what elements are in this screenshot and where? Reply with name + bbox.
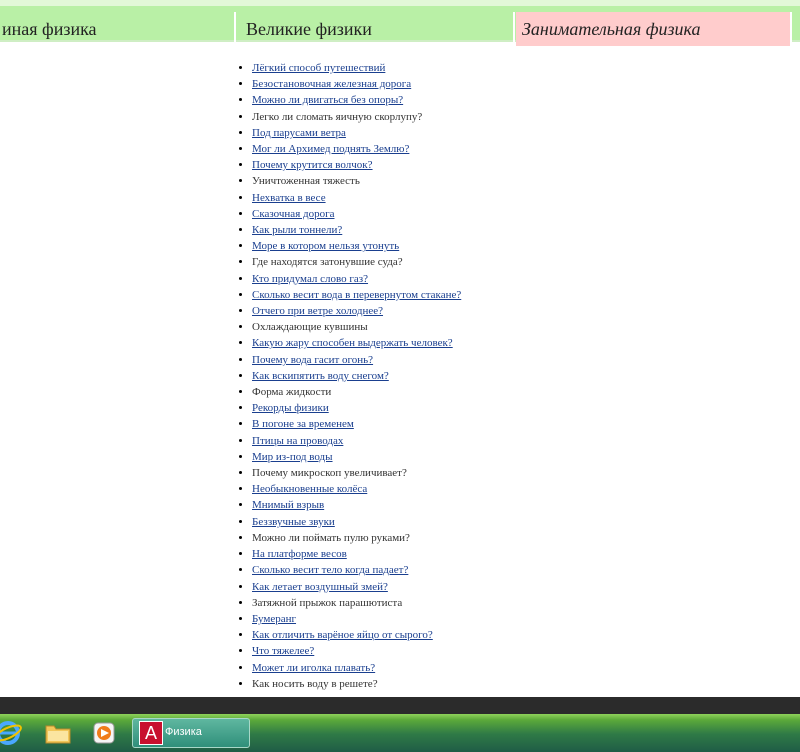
- article-title: Уничтоженная тяжесть: [252, 175, 360, 188]
- list-item: Сколько весит вода в перевернутом стакан…: [252, 287, 638, 303]
- article-link[interactable]: Рекорды физики: [252, 402, 329, 414]
- article-link[interactable]: Что тяжелее?: [252, 645, 314, 657]
- nav-tab-great-physicists[interactable]: Великие физики: [238, 12, 515, 46]
- article-link[interactable]: В погоне за временем: [252, 418, 354, 430]
- article-link[interactable]: Какую жару способен выдержать человек?: [252, 337, 453, 349]
- list-item: Как летает воздушный змей?: [252, 579, 638, 595]
- list-item: Охлаждающие кувшины: [252, 319, 638, 335]
- article-title: Затяжной прыжок парашютиста: [252, 596, 403, 609]
- article-link[interactable]: Сказочная дорога: [252, 208, 335, 220]
- taskbar-window-button[interactable]: A Физика: [132, 718, 250, 748]
- article-link[interactable]: Сколько весит тело когда падает?: [252, 564, 408, 576]
- list-item: Рекорды физики: [252, 400, 638, 416]
- article-link[interactable]: Нехватка в весе: [252, 192, 326, 204]
- list-item: Отчего при ветре холоднее?: [252, 303, 638, 319]
- article-link[interactable]: Бумеранг: [252, 613, 296, 625]
- list-item: Почему крутится волчок?: [252, 157, 638, 173]
- list-item: Мир из-под воды: [252, 449, 638, 465]
- acrobat-icon: A: [139, 721, 163, 745]
- list-item: Уничтоженная тяжесть: [252, 173, 638, 189]
- article-list: Лёгкий способ путешествий Безостановочная…: [238, 60, 638, 692]
- article-link[interactable]: На платформе весов: [252, 548, 347, 560]
- taskbar-window-label: Физика: [165, 726, 202, 738]
- nav-tab-entertaining-physics[interactable]: Занимательная физика: [516, 12, 792, 46]
- list-item: Птицы на проводах: [252, 433, 638, 449]
- list-item: Легко ли сломать яичную скорлупу?: [252, 109, 638, 125]
- folder-icon[interactable]: [44, 720, 72, 746]
- list-item: Мог ли Архимед поднять Землю?: [252, 141, 638, 157]
- article-title: Форма жидкости: [252, 386, 332, 399]
- internet-explorer-icon[interactable]: [0, 720, 22, 746]
- article-link[interactable]: Как вскипятить воду снегом?: [252, 370, 389, 382]
- list-item: Можно ли двигаться без опоры?: [252, 92, 638, 108]
- list-item: Бумеранг: [252, 611, 638, 627]
- list-item: Мнимый взрыв: [252, 497, 638, 513]
- article-link[interactable]: Лёгкий способ путешествий: [252, 62, 385, 74]
- article-link[interactable]: Почему вода гасит огонь?: [252, 354, 373, 366]
- media-player-icon[interactable]: [90, 720, 118, 746]
- list-item: Сказочная дорога: [252, 206, 638, 222]
- list-item: Затяжной прыжок парашютиста: [252, 595, 638, 611]
- article-title: Легко ли сломать яичную скорлупу?: [252, 110, 423, 123]
- list-item: Под парусами ветра: [252, 125, 638, 141]
- list-item: Необыкновенные колёса: [252, 481, 638, 497]
- list-item: Беззвучные звуки: [252, 514, 638, 530]
- list-item: Как вскипятить воду снегом?: [252, 368, 638, 384]
- article-link[interactable]: Под парусами ветра: [252, 127, 346, 139]
- article-link[interactable]: Отчего при ветре холоднее?: [252, 305, 383, 317]
- article-title: Где находятся затонувшие суда?: [252, 256, 403, 269]
- article-link[interactable]: Как летает воздушный змей?: [252, 581, 388, 593]
- article-title: Почему микроскоп увеличивает?: [252, 467, 407, 480]
- article-title: Как носить воду в решете?: [252, 677, 378, 690]
- top-navigation: иная физика Великие физики Занимательная…: [0, 0, 800, 46]
- list-item: Море в котором нельзя утонуть: [252, 238, 638, 254]
- article-link[interactable]: Безостановочная железная дорога: [252, 78, 411, 90]
- list-item: На платформе весов: [252, 546, 638, 562]
- article-link[interactable]: Может ли иголка плавать?: [252, 662, 375, 674]
- list-item: Безостановочная железная дорога: [252, 76, 638, 92]
- article-link[interactable]: Как рыли тоннели?: [252, 224, 342, 236]
- article-link[interactable]: Мог ли Архимед поднять Землю?: [252, 143, 409, 155]
- list-item: Может ли иголка плавать?: [252, 660, 638, 676]
- list-item: Лёгкий способ путешествий: [252, 60, 638, 76]
- list-item: Сколько весит тело когда падает?: [252, 562, 638, 578]
- list-item: Можно ли поймать пулю руками?: [252, 530, 638, 546]
- browser-status-bar: [0, 697, 800, 714]
- list-item: Как рыли тоннели?: [252, 222, 638, 238]
- article-link[interactable]: Мнимый взрыв: [252, 499, 324, 511]
- list-item: Как носить воду в решете?: [252, 676, 638, 692]
- windows-taskbar: A Физика: [0, 714, 800, 752]
- article-title: Можно ли поймать пулю руками?: [252, 531, 410, 544]
- list-item: Где находятся затонувшие суда?: [252, 254, 638, 270]
- nav-tab-physics[interactable]: иная физика: [0, 12, 236, 46]
- article-title: Охлаждающие кувшины: [252, 321, 368, 334]
- article-link[interactable]: Море в котором нельзя утонуть: [252, 240, 399, 252]
- article-link[interactable]: Необыкновенные колёса: [252, 483, 367, 495]
- article-link[interactable]: Можно ли двигаться без опоры?: [252, 94, 403, 106]
- article-link[interactable]: Птицы на проводах: [252, 435, 343, 447]
- list-item: Нехватка в весе: [252, 190, 638, 206]
- list-item: Почему вода гасит огонь?: [252, 352, 638, 368]
- list-item: Как отличить варёное яйцо от сырого?: [252, 627, 638, 643]
- article-link[interactable]: Почему крутится волчок?: [252, 159, 373, 171]
- list-item: Кто придумал слово газ?: [252, 271, 638, 287]
- article-link[interactable]: Сколько весит вода в перевернутом стакан…: [252, 289, 461, 301]
- article-link-list: Лёгкий способ путешествий Безостановочная…: [238, 60, 638, 692]
- list-item: Почему микроскоп увеличивает?: [252, 465, 638, 481]
- list-item: Форма жидкости: [252, 384, 638, 400]
- article-link[interactable]: Как отличить варёное яйцо от сырого?: [252, 629, 433, 641]
- list-item: В погоне за временем: [252, 416, 638, 432]
- list-item: Какую жару способен выдержать человек?: [252, 335, 638, 351]
- article-link[interactable]: Беззвучные звуки: [252, 516, 335, 528]
- article-link[interactable]: Мир из-под воды: [252, 451, 333, 463]
- article-link[interactable]: Кто придумал слово газ?: [252, 273, 368, 285]
- list-item: Что тяжелее?: [252, 643, 638, 659]
